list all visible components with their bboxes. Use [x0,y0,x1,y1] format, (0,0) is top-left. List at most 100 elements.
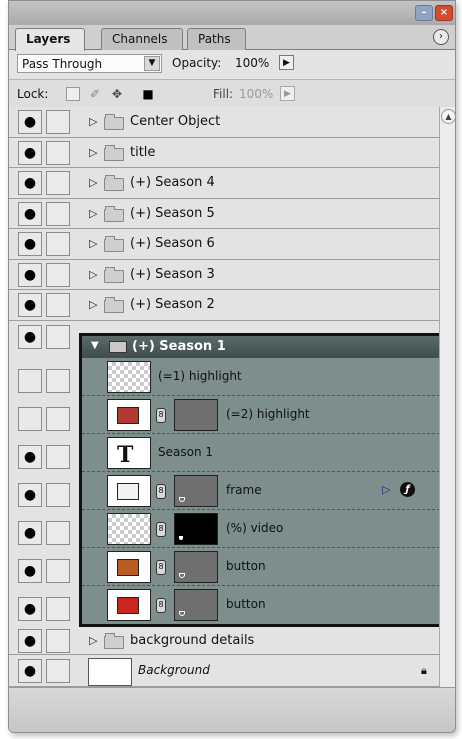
expand-arrow-icon[interactable]: ▷ [89,634,97,647]
eye-icon[interactable]: ● [18,483,42,507]
chevron-down-icon[interactable]: ▼ [144,56,160,71]
scrollbar[interactable]: ▲ [439,107,455,687]
expand-arrow-icon[interactable]: ▷ [89,298,97,311]
link-slot[interactable] [46,325,70,349]
sublayer-row[interactable]: 8 button [82,586,439,624]
group-season-1[interactable]: ▼ (+) Season 1 (=1) highlight 8 (=2) hig… [79,333,439,627]
opacity-slider-button[interactable]: ▶ [279,55,294,70]
blend-mode-select[interactable]: Pass Through ▼ [17,54,162,73]
mask-thumbnail[interactable] [174,551,218,583]
close-button[interactable]: × [435,5,453,21]
link-slot[interactable] [46,369,70,393]
eye-icon[interactable]: ● [18,445,42,469]
tab-layers[interactable]: Layers [15,28,86,51]
layer-row[interactable]: ● ▷ title [9,138,439,168]
layer-row[interactable]: ● ▷ (+) Season 2 [9,290,439,321]
link-slot[interactable] [46,232,70,256]
lock-all-icon[interactable]: ■ [141,87,155,101]
layer-row[interactable]: ● ▷ background details [9,627,439,655]
link-slot[interactable] [46,110,70,134]
mask-thumbnail[interactable] [174,513,218,545]
layer-row[interactable]: ● ▷ (+) Season 5 [9,199,439,229]
link-slot[interactable] [46,445,70,469]
eye-icon[interactable]: ● [18,597,42,621]
chain-link-icon[interactable]: 8 [156,560,166,575]
panel-menu-icon[interactable]: › [433,29,449,45]
eye-icon[interactable]: ● [18,141,42,165]
folder-open-icon [109,341,127,353]
scroll-up-icon[interactable]: ▲ [441,109,455,124]
link-slot[interactable] [46,483,70,507]
layer-thumbnail [107,361,151,393]
chain-link-icon[interactable]: 8 [156,522,166,537]
sublayer-row[interactable]: (=1) highlight [82,358,439,396]
minimize-button[interactable]: – [415,5,433,21]
sublayer-row[interactable]: 8 frame ▷ ƒ [82,472,439,510]
mask-thumbnail[interactable] [174,475,218,507]
link-slot[interactable] [46,293,70,317]
layer-name: Background [138,663,210,677]
expand-arrow-icon[interactable]: ▷ [89,237,97,250]
expand-arrow-icon[interactable]: ▷ [89,176,97,189]
layer-thumbnail [107,589,151,621]
layer-row[interactable]: ● ▷ Center Object [9,107,439,138]
layer-row[interactable]: ● ▷ (+) Season 6 [9,229,439,260]
link-slot[interactable] [46,559,70,583]
eye-icon[interactable]: ● [18,171,42,195]
eye-icon[interactable]: ● [18,232,42,256]
link-slot[interactable] [46,202,70,226]
eye-icon[interactable]: ● [18,629,42,653]
eye-icon[interactable]: ● [18,263,42,287]
sublayer-row[interactable]: 8 (=2) highlight [82,396,439,434]
eye-icon[interactable]: ● [18,521,42,545]
link-slot[interactable] [46,521,70,545]
link-slot[interactable] [46,629,70,653]
layer-thumbnail [107,399,151,431]
link-slot[interactable] [46,407,70,431]
layer-thumbnail [107,475,151,507]
collapse-arrow-icon[interactable]: ▼ [91,340,99,351]
link-slot[interactable] [46,597,70,621]
sublayer-row[interactable]: 8 button [82,548,439,586]
eye-icon[interactable]: ● [18,110,42,134]
expand-arrow-icon[interactable]: ▷ [89,268,97,281]
group-header[interactable]: ▼ (+) Season 1 [82,336,439,358]
chain-link-icon[interactable]: 8 [156,598,166,613]
eye-icon[interactable]: ● [18,369,42,393]
lock-transparency-icon[interactable] [66,87,80,101]
chain-link-icon[interactable]: 8 [156,408,166,423]
layer-row[interactable]: ● ▷ (+) Season 4 [9,168,439,199]
expand-effects-icon[interactable]: ▷ [382,483,390,496]
lock-move-icon[interactable]: ✥ [110,87,124,101]
eye-icon[interactable]: ● [18,659,42,683]
expand-arrow-icon[interactable]: ▷ [89,115,97,128]
blend-mode-value: Pass Through [22,57,103,71]
expand-arrow-icon[interactable]: ▷ [89,146,97,159]
link-slot[interactable] [46,263,70,287]
mask-thumbnail[interactable] [174,399,218,431]
expand-arrow-icon[interactable]: ▷ [89,207,97,220]
eye-icon[interactable]: ● [18,325,42,349]
layer-row[interactable]: ● ▷ (+) Season 3 [9,260,439,290]
chain-link-icon[interactable]: 8 [156,484,166,499]
fill-slider-button[interactable]: ▶ [280,86,295,101]
mask-thumbnail[interactable] [174,589,218,621]
link-slot[interactable] [46,171,70,195]
sublayer-row[interactable]: T Season 1 [82,434,439,472]
opacity-input[interactable]: 100% [235,56,269,70]
link-slot[interactable] [46,141,70,165]
lock-icon: 🔒︎ [421,664,427,677]
eye-icon[interactable]: ● [18,293,42,317]
tab-channels[interactable]: Channels [101,28,183,50]
tab-paths[interactable]: Paths [187,28,246,50]
fill-label: Fill: [213,87,234,101]
eye-icon[interactable]: ● [18,407,42,431]
lock-brush-icon[interactable]: ✐ [88,87,102,101]
effects-icon[interactable]: ƒ [400,482,415,497]
link-slot[interactable] [46,659,70,683]
fill-input[interactable]: 100% [239,87,273,101]
eye-icon[interactable]: ● [18,202,42,226]
layer-row-background[interactable]: ● Background 🔒︎ [9,655,439,687]
sublayer-row[interactable]: 8 (%) video [82,510,439,548]
eye-icon[interactable]: ● [18,559,42,583]
